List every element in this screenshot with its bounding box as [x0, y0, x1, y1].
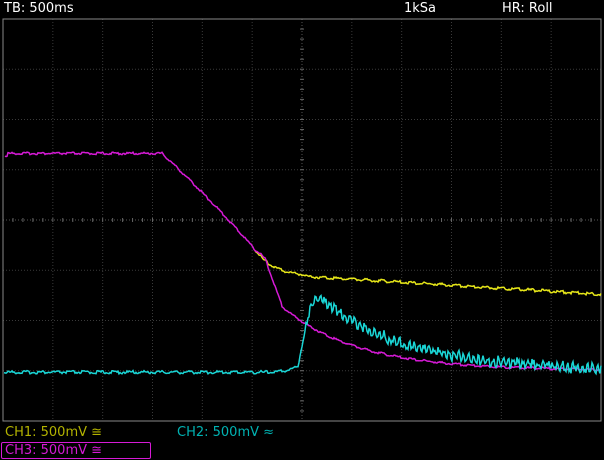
ch3-trace — [4, 150, 602, 372]
waveform-display — [2, 18, 602, 422]
ch1-label[interactable]: CH1: 500mV ≅ — [5, 425, 102, 440]
ch2-label[interactable]: CH2: 500mV ≈ — [177, 425, 274, 440]
ch1-trace — [254, 250, 602, 297]
channel-bar: CH1: 500mV ≅ CH2: 500mV ≈ CH3: 500mV ≅ — [0, 422, 604, 460]
ch3-label[interactable]: CH3: 500mV ≅ — [1, 442, 151, 459]
